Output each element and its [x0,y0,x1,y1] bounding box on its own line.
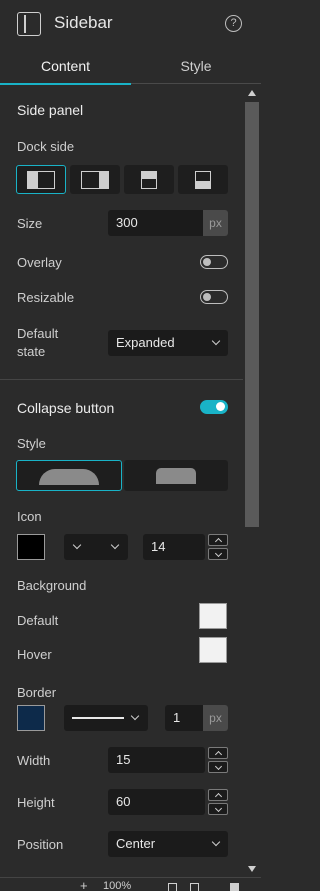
chevron-down-icon [130,711,140,721]
vertical-scrollbar[interactable] [243,85,261,877]
size-unit: px [203,210,228,236]
style-flat-button[interactable] [124,460,228,491]
width-label: Width [17,753,51,768]
dock-bottom-icon [195,171,211,189]
hover-label: Hover [17,647,52,662]
side-panel-heading: Side panel [17,102,84,118]
help-icon[interactable]: ? [225,15,242,32]
sidebar-panel-icon [17,12,41,36]
style-label: Style [17,436,46,451]
position-select[interactable]: Center [108,831,228,857]
zoom-level[interactable]: 100% [103,880,131,891]
default-label: Default [17,613,59,628]
size-input[interactable]: 300 [108,210,203,236]
icon-size-input[interactable]: 14 [143,534,205,560]
overlay-label: Overlay [17,255,62,270]
chevron-down-icon [110,540,120,550]
fit-icon[interactable] [168,883,177,891]
width-input[interactable]: 15 [108,747,205,773]
dock-top-button[interactable] [124,165,174,194]
collapse-button-toggle[interactable] [200,400,228,414]
border-label: Border [17,685,57,700]
resizable-toggle[interactable] [200,290,228,304]
border-unit: px [203,705,228,731]
height-input[interactable]: 60 [108,789,205,815]
decrement-button[interactable] [208,803,228,815]
panel-title: Sidebar [54,13,113,32]
flat-tab-icon [156,468,196,484]
layout-icon[interactable] [230,883,239,891]
tab-bar: Content Style [0,48,261,85]
dock-bottom-button[interactable] [178,165,228,194]
decrement-button[interactable] [208,761,228,773]
icon-color-swatch[interactable] [17,534,45,560]
height-stepper[interactable] [208,789,228,815]
content-scroll-area: Side panel Dock side Size 300 px Overlay [0,85,243,877]
background-label: Background [17,578,87,593]
overlay-toggle[interactable] [200,255,228,269]
dock-right-button[interactable] [70,165,120,194]
dock-side-label: Dock side [17,139,75,154]
decrement-button[interactable] [208,548,228,560]
rounded-tab-icon [39,469,99,485]
size-label: Size [17,216,43,231]
default-state-value: Expanded [116,335,175,350]
dock-left-button[interactable] [16,165,66,194]
default-state-select[interactable]: Expanded [108,330,228,356]
collapse-button-heading: Collapse button [17,400,115,416]
chevron-down-icon [211,336,221,346]
border-style-select[interactable] [64,705,148,731]
increment-button[interactable] [208,534,228,546]
icon-size-stepper[interactable] [208,534,228,560]
zoom-in-icon[interactable]: + [80,878,88,891]
solid-line-icon [72,717,124,719]
border-color-swatch[interactable] [17,705,45,731]
dock-left-icon [27,171,55,189]
hover-color-swatch[interactable] [199,637,227,663]
chevron-down-icon [72,540,82,550]
width-stepper[interactable] [208,747,228,773]
position-value: Center [116,836,156,851]
scroll-thumb[interactable] [245,102,259,527]
icon-picker-select[interactable] [64,534,128,560]
collapse-button-section: Collapse button Style Icon 14 Background… [0,380,243,877]
side-panel-section: Side panel Dock side Size 300 px Overlay [0,85,243,380]
height-label: Height [17,795,55,810]
scroll-up-arrow[interactable] [248,90,256,96]
increment-button[interactable] [208,789,228,801]
scroll-down-arrow[interactable] [248,866,256,872]
style-rounded-button[interactable] [16,460,122,491]
position-label: Position [17,837,64,852]
image-icon[interactable] [190,883,199,891]
default-color-swatch[interactable] [199,603,227,629]
panel-header: Sidebar ? [0,0,261,48]
icon-label: Icon [17,509,42,524]
dock-top-icon [141,171,157,189]
tab-style[interactable]: Style [131,48,261,84]
chevron-down-icon [211,837,221,847]
resizable-label: Resizable [17,290,75,305]
tab-content[interactable]: Content [0,48,131,85]
status-bar: + 100% [0,877,261,891]
dock-right-icon [81,171,109,189]
default-state-label: Default state [17,326,59,359]
border-width-input[interactable]: 1 [165,705,203,731]
increment-button[interactable] [208,747,228,759]
